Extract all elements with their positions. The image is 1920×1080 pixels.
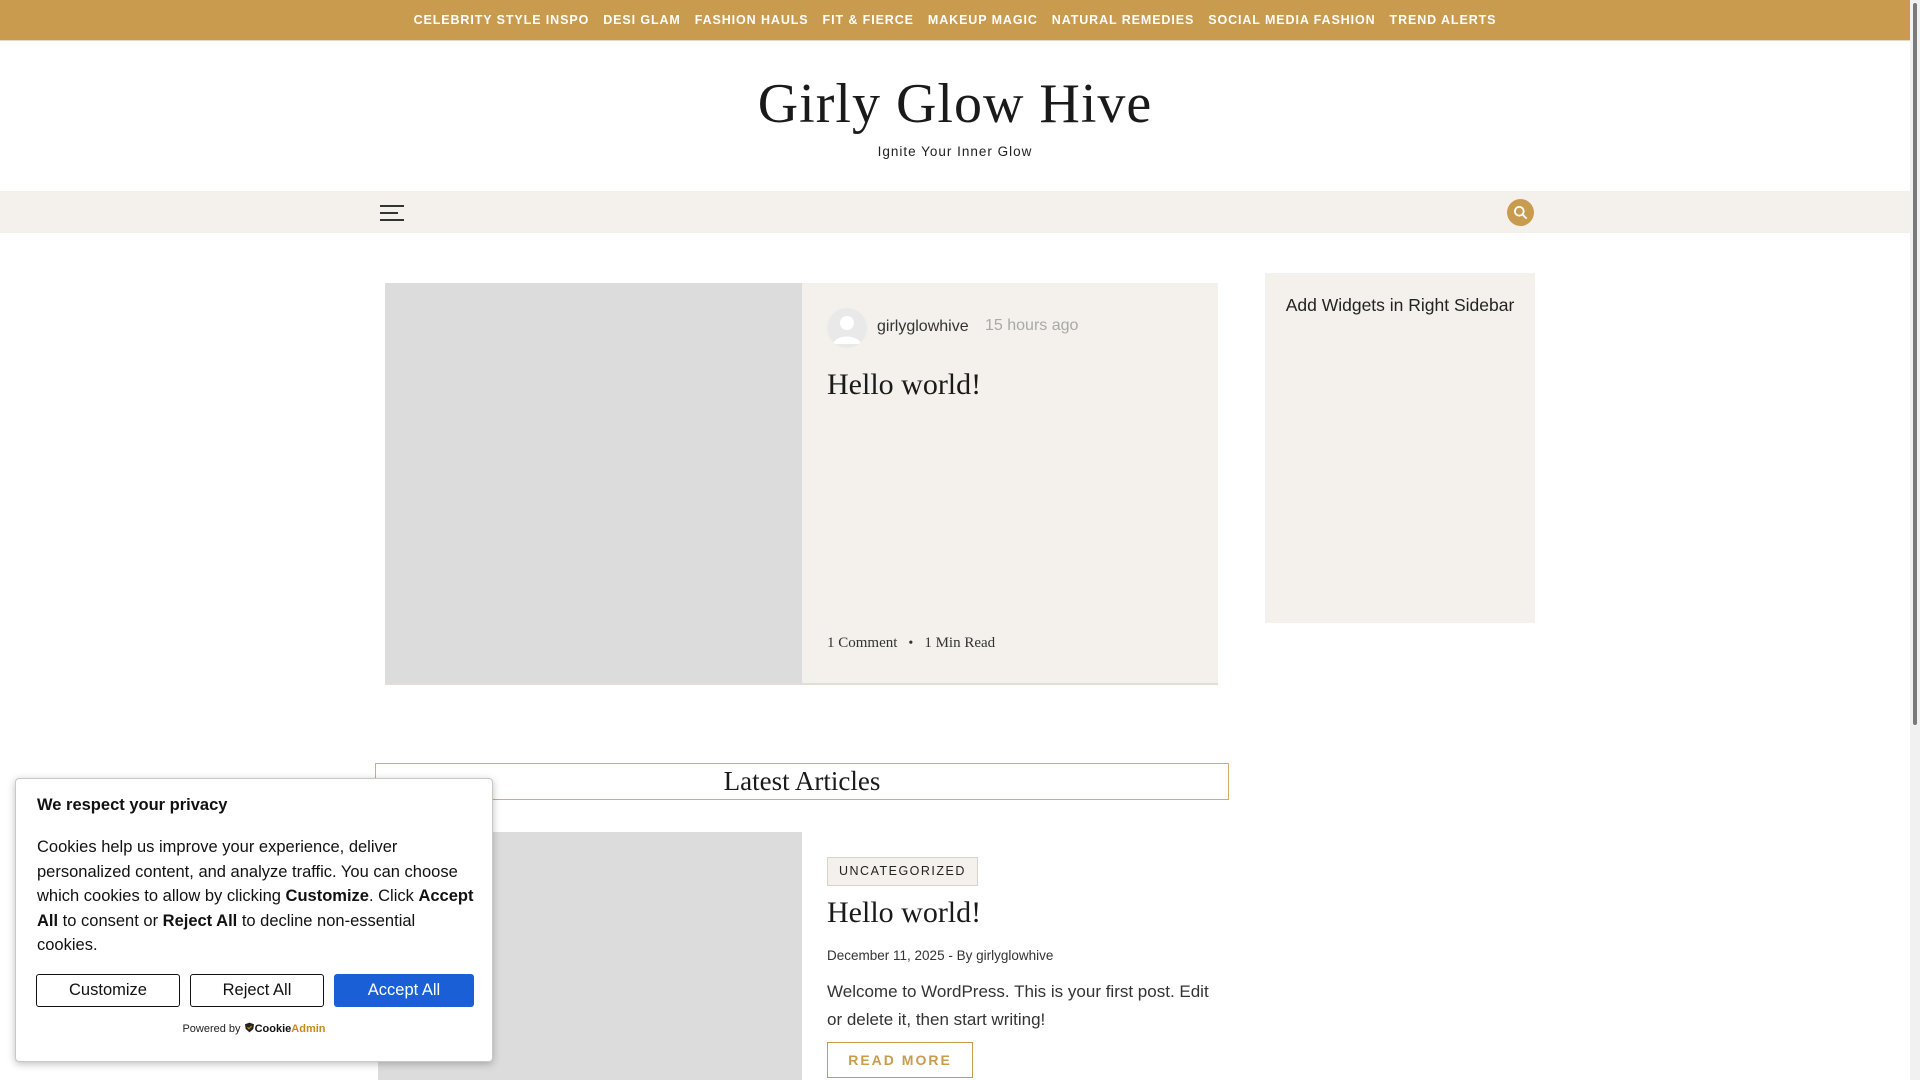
cookie-body-text-3: to consent or [58,911,163,930]
featured-read-time: 1 Min Read [924,635,996,651]
featured-comment-count[interactable]: 1 Comment [827,635,897,651]
cookie-body-reject: Reject All [162,911,238,930]
article-title[interactable]: Hello world! [827,896,981,930]
top-nav-desi-glam[interactable]: DESI GLAM [603,13,681,27]
featured-author-name[interactable]: girlyglowhive [877,318,969,336]
article-excerpt: Welcome to WordPress. This is your first… [827,982,1209,1029]
main-nav-bar [0,191,1910,233]
search-icon[interactable] [1507,199,1534,226]
cookieadmin-brand-admin: Admin [291,1023,326,1035]
cookie-dialog-title: We respect your privacy [37,796,228,814]
featured-card-bottom-border [385,683,1218,685]
site-title[interactable]: Girly Glow Hive [0,72,1910,136]
featured-post-title[interactable]: Hello world! [827,368,981,402]
top-nav-social-media-fashion[interactable]: SOCIAL MEDIA FASHION [1208,13,1375,27]
scrollbar-thumb[interactable] [1913,3,1917,725]
featured-post-image[interactable] [385,283,802,683]
cookieadmin-logo[interactable]: CookieAdmin [255,1023,326,1035]
header-divider [0,40,1910,41]
top-nav-celebrity-style-inspo[interactable]: CELEBRITY STYLE INSPO [414,13,590,27]
top-nav-makeup-magic[interactable]: MAKEUP MAGIC [928,13,1038,27]
cookie-consent-dialog: We respect your privacy Cookies help us … [15,778,493,1062]
top-nav-natural-remedies[interactable]: NATURAL REMEDIES [1052,13,1194,27]
cookieadmin-logo-icon [244,1022,255,1035]
top-nav-trend-alerts[interactable]: TREND ALERTS [1390,13,1497,27]
featured-post-card: girlyglowhive 15 hours ago Hello world! … [385,283,1218,683]
cookie-reject-all-button[interactable]: Reject All [190,974,324,1007]
featured-time-ago: 15 hours ago [985,317,1079,334]
hamburger-menu-icon[interactable] [380,204,404,222]
meta-separator-dot: • [908,636,914,651]
powered-by-text: Powered by [182,1023,241,1035]
cookie-powered-by: Powered by CookieAdmin [16,1022,492,1035]
cookie-dialog-body: Cookies help us improve your experience,… [37,835,477,958]
cookie-body-customize: Customize [285,887,369,906]
top-category-bar: CELEBRITY STYLE INSPO DESI GLAM FASHION … [0,0,1910,40]
cookie-accept-all-button[interactable]: Accept All [334,974,474,1007]
top-category-nav: CELEBRITY STYLE INSPO DESI GLAM FASHION … [0,0,1910,40]
read-more-button[interactable]: READ MORE [827,1042,973,1078]
cookieadmin-brand-cookie: Cookie [254,1023,292,1035]
author-avatar [827,308,867,348]
article-meta: December 11, 2025 - By girlyglowhive [827,948,1054,963]
latest-articles-heading-box: Latest Articles [375,763,1229,800]
category-badge[interactable]: UNCATEGORIZED [827,857,978,886]
site-tagline: Ignite Your Inner Glow [877,144,1033,159]
cookie-body-text-2: . Click [368,887,419,906]
latest-articles-heading: Latest Articles [723,766,881,796]
right-sidebar: Add Widgets in Right Sidebar [1265,273,1535,623]
featured-post-meta: 1 Comment • 1 Min Read [827,635,995,652]
cookie-customize-button[interactable]: Customize [36,974,180,1007]
top-nav-fashion-hauls[interactable]: FASHION HAULS [695,13,809,27]
sidebar-placeholder-text: Add Widgets in Right Sidebar [1285,295,1515,315]
top-nav-fit-fierce[interactable]: FIT & FIERCE [823,13,914,27]
